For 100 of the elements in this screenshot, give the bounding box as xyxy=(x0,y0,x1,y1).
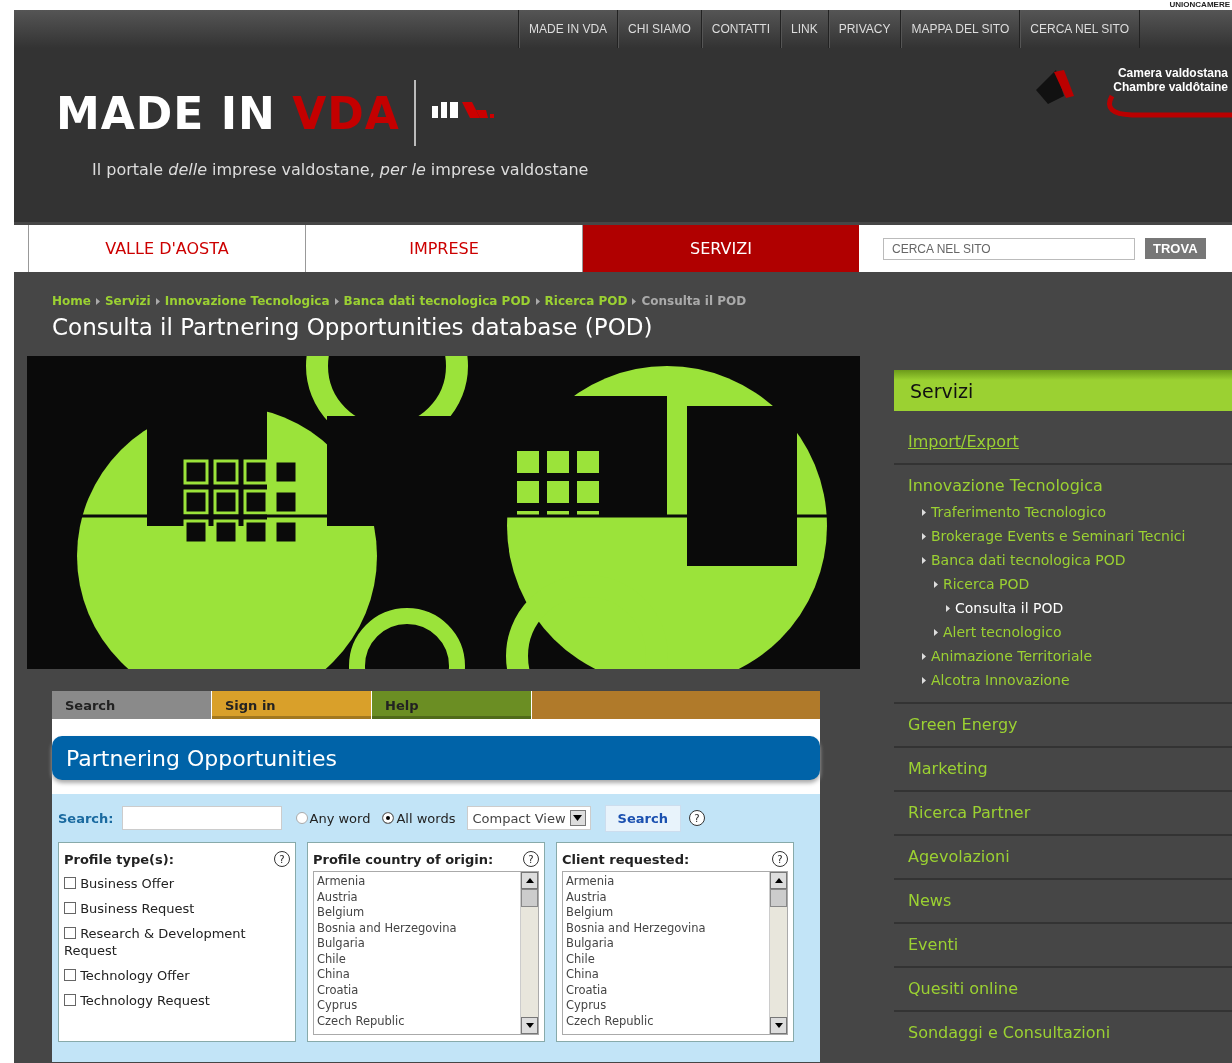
profile-type-checkbox[interactable]: Research & Development Request xyxy=(64,925,274,959)
scroll-thumb[interactable] xyxy=(521,889,538,907)
scrollbar[interactable] xyxy=(769,872,787,1034)
sidebar-title: Servizi xyxy=(910,379,974,402)
list-option[interactable]: Croatia xyxy=(566,982,766,998)
country-listbox[interactable]: Armenia Austria Belgium Bosnia and Herzegovina Bulgaria Chile China Croatia Cyprus Czech Republic xyxy=(313,871,539,1035)
view-select[interactable]: Compact View xyxy=(467,806,591,830)
sidebar-subitem[interactable]: Banca dati tecnologica POD xyxy=(922,548,1126,572)
sidebar-subitem[interactable]: Animazione Territoriale xyxy=(922,644,1093,668)
list-option[interactable]: Bulgaria xyxy=(566,936,766,952)
chevron-icon xyxy=(632,297,637,305)
keyword-field[interactable] xyxy=(121,806,282,830)
pod-tab[interactable]: Search xyxy=(52,691,212,719)
pod-title: Partnering Opportunities xyxy=(66,745,338,771)
sidebar-subitem[interactable]: Brokerage Events e Seminari Tecnici xyxy=(922,524,1186,548)
list-option[interactable]: Armenia xyxy=(566,874,766,890)
list-option[interactable]: Chile xyxy=(566,951,766,967)
list-option[interactable]: China xyxy=(566,967,766,983)
breadcrumb-link[interactable]: Innovazione Tecnologica xyxy=(164,294,330,308)
filter-title: Client requested: xyxy=(562,851,690,867)
profile-type-checkbox[interactable]: Business Offer xyxy=(64,875,274,892)
sidebar-subitem[interactable]: Ricerca POD xyxy=(922,572,1030,596)
sidebar-item[interactable]: Green Energy xyxy=(894,714,1018,736)
scroll-thumb[interactable] xyxy=(770,889,787,907)
site-tagline: Il portale delle imprese valdostane, per le imprese valdostane xyxy=(92,160,589,179)
breadcrumb-link[interactable]: Servizi xyxy=(104,294,151,308)
site-logo-text: MADE IN VDA xyxy=(56,87,400,139)
site-search-field[interactable]: CERCA NEL SITO xyxy=(883,237,1135,260)
sidebar-item[interactable]: Ricerca Partner xyxy=(894,802,1031,824)
sidebar-item[interactable]: Marketing xyxy=(894,758,988,780)
list-option[interactable]: Czech Republic xyxy=(566,1013,766,1029)
list-option[interactable]: Belgium xyxy=(317,905,517,921)
sidebar-subitem[interactable]: Alert tecnologico xyxy=(922,620,1062,644)
sidebar-item[interactable]: Agevolazioni xyxy=(894,846,1010,868)
pod-tab[interactable]: Sign in xyxy=(212,691,372,719)
checkbox[interactable] xyxy=(64,969,76,981)
sidebar-subitem[interactable]: Alcotra Innovazione xyxy=(922,668,1070,692)
match-radio[interactable]: Any word xyxy=(295,810,371,826)
main-nav-tab[interactable]: SERVIZI xyxy=(582,225,859,272)
find-button[interactable]: TROVA xyxy=(1145,238,1206,259)
sidebar-subitem[interactable]: Consulta il POD xyxy=(922,596,1064,620)
sidebar-item[interactable]: Innovazione Tecnologica xyxy=(894,475,1103,497)
help-icon[interactable]: ? xyxy=(274,851,290,867)
radio-button[interactable] xyxy=(382,812,395,824)
sidebar-item[interactable]: Quesiti online xyxy=(894,978,1018,1000)
chevron-icon xyxy=(922,532,926,540)
checkbox[interactable] xyxy=(64,994,76,1006)
list-option[interactable]: Croatia xyxy=(317,982,517,998)
list-option[interactable]: Bosnia and Herzegovina xyxy=(317,920,517,936)
chevron-icon xyxy=(922,652,926,660)
sidebar-item[interactable]: Import/Export xyxy=(894,431,1019,453)
country-listbox[interactable]: Armenia Austria Belgium Bosnia and Herzegovina Bulgaria Chile China Croatia Cyprus Czech Republic xyxy=(562,871,788,1035)
sidebar-item[interactable]: Sondaggi e Consultazioni xyxy=(894,1022,1111,1044)
list-option[interactable]: Austria xyxy=(317,889,517,905)
sidebar-subitem[interactable]: Traferimento Tecnologico xyxy=(922,500,1107,524)
breadcrumb-link[interactable]: Ricerca POD xyxy=(544,294,628,308)
sidebar-item[interactable]: Eventi xyxy=(894,934,959,956)
help-icon[interactable]: ? xyxy=(772,851,788,867)
help-icon[interactable]: ? xyxy=(688,810,705,826)
dropdown-arrow-icon xyxy=(573,815,583,821)
chevron-icon xyxy=(922,676,926,684)
sidebar-item[interactable]: News xyxy=(894,890,952,912)
list-option[interactable]: China xyxy=(317,967,517,983)
scroll-up-icon xyxy=(525,878,534,883)
help-icon[interactable]: ? xyxy=(523,851,539,867)
chevron-icon xyxy=(922,508,926,516)
breadcrumb-link[interactable]: Home xyxy=(52,294,91,308)
checkbox[interactable] xyxy=(64,902,76,914)
filter-title: Profile type(s): xyxy=(64,851,174,867)
chevron-icon xyxy=(946,604,950,612)
chamber-name: Camera valdostana xyxy=(1117,66,1229,80)
list-option[interactable]: Bosnia and Herzegovina xyxy=(566,920,766,936)
list-option[interactable]: Cyprus xyxy=(566,998,766,1014)
scrollbar[interactable] xyxy=(520,872,538,1034)
list-option[interactable]: Czech Republic xyxy=(317,1013,517,1029)
list-option[interactable]: Cyprus xyxy=(317,998,517,1014)
checkbox[interactable] xyxy=(64,877,76,889)
match-radio[interactable]: All words xyxy=(382,810,456,826)
list-option[interactable]: Austria xyxy=(566,889,766,905)
breadcrumb-link[interactable]: Banca dati tecnologica POD xyxy=(343,294,531,308)
scroll-down-icon xyxy=(774,1023,783,1028)
scroll-down-icon xyxy=(525,1023,534,1028)
profile-type-checkbox[interactable]: Technology Offer xyxy=(64,967,274,984)
search-submit-button[interactable]: Search xyxy=(604,804,681,832)
list-option[interactable]: Belgium xyxy=(566,905,766,921)
breadcrumb-current: Consulta il POD xyxy=(641,294,747,308)
checkbox[interactable] xyxy=(64,927,76,939)
filter-title: Profile country of origin: xyxy=(313,851,494,867)
list-option[interactable]: Armenia xyxy=(317,874,517,890)
chevron-icon xyxy=(934,628,938,636)
page-title: Consulta il Partnering Opportunities database (POD) xyxy=(52,314,654,340)
chevron-icon xyxy=(934,580,938,588)
pod-tab[interactable]: Help xyxy=(372,691,532,719)
chevron-icon xyxy=(95,297,100,305)
list-option[interactable]: Chile xyxy=(317,951,517,967)
radio-button[interactable] xyxy=(295,812,308,824)
profile-type-checkbox[interactable]: Business Request xyxy=(64,900,274,917)
chevron-icon xyxy=(334,297,339,305)
profile-type-checkbox[interactable]: Technology Request xyxy=(64,992,274,1009)
list-option[interactable]: Bulgaria xyxy=(317,936,517,952)
